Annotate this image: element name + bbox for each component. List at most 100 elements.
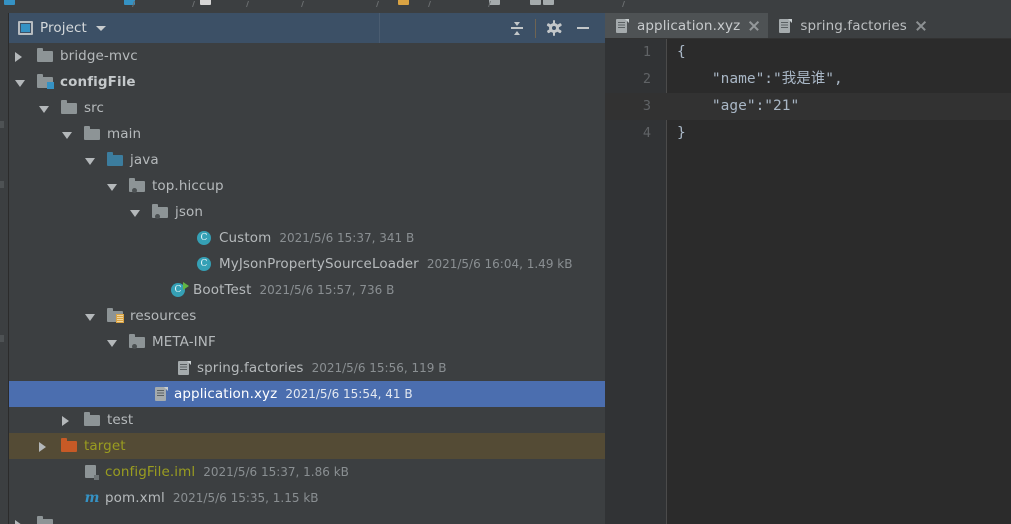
tree-node[interactable]: src [61,95,104,121]
collapse-arrow-icon[interactable] [15,520,22,524]
line-number: 3 [642,98,651,114]
tree-row[interactable]: META-INF [9,329,605,355]
tool-window-button[interactable] [0,121,4,128]
tree-row[interactable]: resources [9,303,605,329]
text-file-icon [154,386,168,402]
tool-window-button[interactable] [0,181,4,188]
expand-arrow-icon[interactable] [62,132,72,139]
code-editor[interactable]: 1{2 "name":"我是谁", 3 "age":"21" 4} [605,39,1011,524]
tree-row[interactable]: C Custom 2021/5/6 15:37, 341 B [9,225,605,251]
tree-node[interactable]: json [152,199,203,225]
tree-node-label: json [175,204,203,220]
project-panel-toolbar [380,13,605,43]
tree-node-label: configFile.iml [105,464,196,480]
tree-node[interactable]: configFile [37,69,136,95]
tree-row[interactable]: configFile.iml 2021/5/6 15:37, 1.86 kB [9,459,605,485]
breadcrumb-item-icon[interactable] [200,0,211,5]
expand-arrow-icon[interactable] [107,184,117,191]
tree-row[interactable]: java [9,147,605,173]
folder-icon [61,438,78,454]
expand-arrow-icon[interactable] [39,106,49,113]
tree-node-meta: 2021/5/6 15:54, 41 B [285,387,413,401]
tree-node[interactable]: C BootTest 2021/5/6 15:57, 736 B [171,277,394,303]
tree-node[interactable]: m pom.xml 2021/5/6 15:35, 1.15 kB [84,485,319,511]
tree-row[interactable]: application.xyz 2021/5/6 15:54, 41 B [9,381,605,407]
project-panel-title-group[interactable]: Project [9,13,380,43]
close-icon[interactable] [915,20,927,32]
tree-node[interactable]: resources [107,303,196,329]
tree-row[interactable]: m pom.xml 2021/5/6 15:35, 1.15 kB [9,485,605,511]
editor-tab-application-xyz[interactable]: application.xyz [605,13,769,38]
hide-button[interactable] [569,14,597,42]
tree-node-label: test [107,412,134,428]
folder-icon [61,100,78,116]
tree-row[interactable]: spring.factories 2021/5/6 15:56, 119 B [9,355,605,381]
tree-row[interactable]: top.hiccup [9,173,605,199]
toolbar-divider [535,18,536,38]
code-line[interactable]: 3 "age":"21" [605,93,1011,120]
breadcrumb-separator [241,1,249,7]
tool-window-stripe-left[interactable] [0,13,9,524]
tree-row[interactable]: C BootTest 2021/5/6 15:57, 736 B [9,277,605,303]
tree-row[interactable]: C MyJsonPropertySourceLoader 2021/5/6 16:0… [9,251,605,277]
code-text: "age":"21" [677,98,800,114]
text-file-icon [615,18,629,34]
collapse-all-button[interactable] [503,14,531,42]
breadcrumb-item-icon[interactable] [530,0,541,5]
expand-arrow-icon[interactable] [85,158,95,165]
code-line[interactable]: 4} [605,120,1011,147]
collapse-arrow-icon[interactable] [62,416,69,426]
tree-node[interactable]: main [84,121,141,147]
tree-row[interactable]: main [9,121,605,147]
maven-pom-icon: m [84,490,100,506]
tree-row[interactable]: target [9,433,605,459]
tree-node[interactable]: application.xyz 2021/5/6 15:54, 41 B [154,381,413,407]
expand-arrow-icon[interactable] [130,210,140,217]
expand-arrow-icon[interactable] [15,80,25,87]
close-icon[interactable] [748,20,760,32]
collapse-arrow-icon[interactable] [39,442,46,452]
editor-lines[interactable]: 1{2 "name":"我是谁", 3 "age":"21" 4} [605,39,1011,524]
breadcrumb-bar[interactable] [0,0,1011,13]
tree-node[interactable]: top.hiccup [129,173,224,199]
tree-row[interactable]: json [9,199,605,225]
expand-arrow-icon[interactable] [107,340,117,347]
java-class-icon: C [197,230,213,246]
tree-node[interactable]: test [84,407,133,433]
tree-node[interactable]: target [61,433,126,459]
tree-node-label: src [84,100,105,116]
tree-node-label: spring.factories [197,360,304,376]
breadcrumb-item-icon[interactable] [4,0,15,5]
tree-node[interactable]: C Custom 2021/5/6 15:37, 341 B [197,225,414,251]
tree-row[interactable]: test [9,407,605,433]
project-window-icon [18,21,33,35]
settings-button[interactable] [540,14,568,42]
tree-node[interactable]: java [107,147,159,173]
breadcrumb-item-icon[interactable] [398,0,409,5]
collapse-arrow-icon[interactable] [15,52,22,62]
tree-node[interactable]: spring.factories 2021/5/6 15:56, 119 B [177,355,446,381]
editor-tab-bar: application.xyz spring.factories [605,13,1011,39]
tree-node[interactable]: C MyJsonPropertySourceLoader 2021/5/6 16:0… [197,251,572,277]
breadcrumb-item-icon[interactable] [543,0,554,5]
tree-row[interactable]: configFile [9,69,605,95]
editor-tab-spring-factories[interactable]: spring.factories [768,13,935,38]
tree-node[interactable]: bridge-mvc [37,43,138,69]
minimize-icon [577,27,589,29]
project-tree[interactable]: bridge-mvc configFile src main java top.hiccu… [9,43,605,524]
tree-node[interactable]: configFile.iml 2021/5/6 15:37, 1.86 kB [84,459,349,485]
tree-row[interactable]: src [9,95,605,121]
tree-row[interactable]: bridge-mvc [9,43,605,69]
tool-window-button[interactable] [0,335,4,342]
tree-node[interactable] [37,511,60,524]
page-title: Project [40,20,87,36]
code-line[interactable]: 1{ [605,39,1011,66]
tree-row[interactable] [9,511,605,524]
tree-node[interactable]: META-INF [129,329,216,355]
folder-icon [84,126,101,142]
project-tool-window: Project bridge-mvc configFile src main j… [9,13,605,524]
code-line[interactable]: 2 "name":"我是谁", [605,66,1011,93]
line-number: 1 [642,44,651,60]
expand-arrow-icon[interactable] [85,314,95,321]
chevron-down-icon[interactable] [95,25,106,31]
